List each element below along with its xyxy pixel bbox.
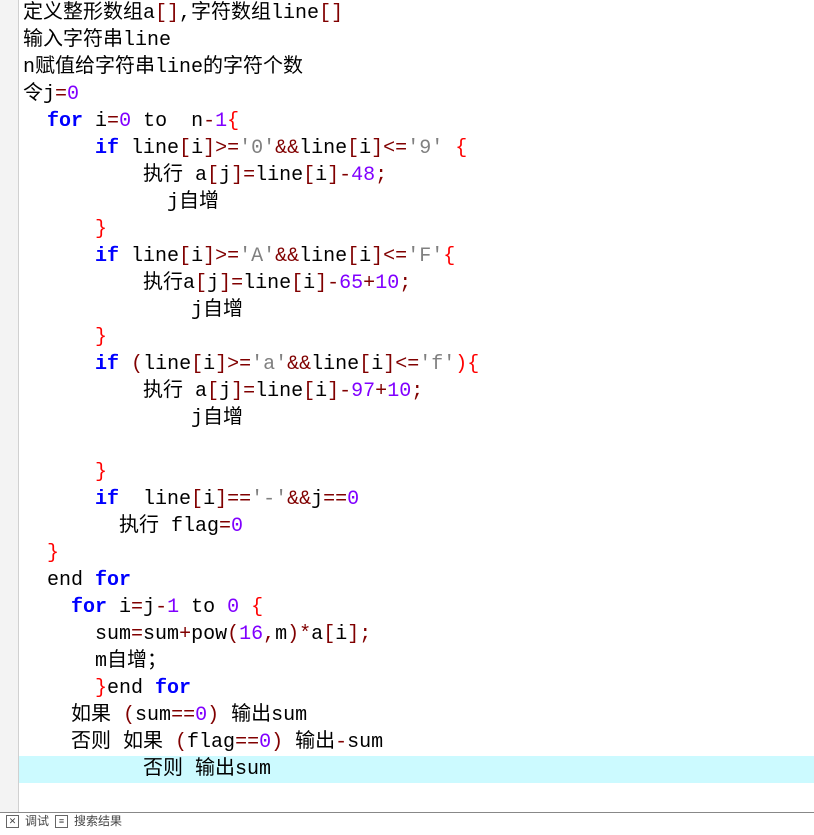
code-line[interactable]: for i=j-1 to 0 { [23, 594, 814, 621]
code-editor[interactable]: 定义整形数组a[],字符数组line[]输入字符串linen赋值给字符串line… [0, 0, 814, 812]
code-line[interactable]: } [23, 216, 814, 243]
close-icon[interactable]: ✕ [6, 815, 19, 828]
tab-search-results[interactable]: 搜索结果 [74, 808, 122, 835]
code-line[interactable]: 令j=0 [23, 81, 814, 108]
code-line[interactable]: 定义整形数组a[],字符数组line[] [23, 0, 814, 27]
code-line[interactable]: n赋值给字符串line的字符个数 [23, 54, 814, 81]
code-line[interactable]: if (line[i]>='a'&&line[i]<='f'){ [23, 351, 814, 378]
code-line[interactable]: if line[i]>='0'&&line[i]<='9' { [23, 135, 814, 162]
code-line[interactable]: if line[i]>='A'&&line[i]<='F'{ [23, 243, 814, 270]
code-line[interactable]: 否则 输出sum [19, 756, 814, 783]
code-line[interactable]: } [23, 540, 814, 567]
code-area[interactable]: 定义整形数组a[],字符数组line[]输入字符串linen赋值给字符串line… [19, 0, 814, 812]
list-icon[interactable]: ≡ [55, 815, 68, 828]
code-line[interactable]: m自增； [23, 648, 814, 675]
code-line[interactable]: 否则 如果 (flag==0) 输出-sum [23, 729, 814, 756]
gutter [0, 0, 19, 812]
code-line[interactable]: for i=0 to n-1{ [23, 108, 814, 135]
code-line[interactable]: 如果 (sum==0) 输出sum [23, 702, 814, 729]
code-line[interactable]: }end for [23, 675, 814, 702]
code-line[interactable] [23, 432, 814, 459]
code-line[interactable]: j自增 [23, 189, 814, 216]
code-line[interactable]: if line[i]=='-'&&j==0 [23, 486, 814, 513]
code-line[interactable]: 执行 a[j]=line[i]-48; [23, 162, 814, 189]
code-line[interactable]: j自增 [23, 405, 814, 432]
code-line[interactable]: 执行 flag=0 [23, 513, 814, 540]
code-line[interactable]: end for [23, 567, 814, 594]
code-line[interactable]: } [23, 459, 814, 486]
code-line[interactable]: } [23, 324, 814, 351]
code-line[interactable]: 输入字符串line [23, 27, 814, 54]
code-line[interactable]: 执行a[j]=line[i]-65+10; [23, 270, 814, 297]
code-line[interactable]: j自增 [23, 297, 814, 324]
bottom-tab-bar: ✕ 调试 ≡ 搜索结果 [0, 812, 814, 829]
tab-debug[interactable]: 调试 [25, 808, 49, 835]
code-line[interactable]: 执行 a[j]=line[i]-97+10; [23, 378, 814, 405]
code-line[interactable]: sum=sum+pow(16,m)*a[i]; [23, 621, 814, 648]
